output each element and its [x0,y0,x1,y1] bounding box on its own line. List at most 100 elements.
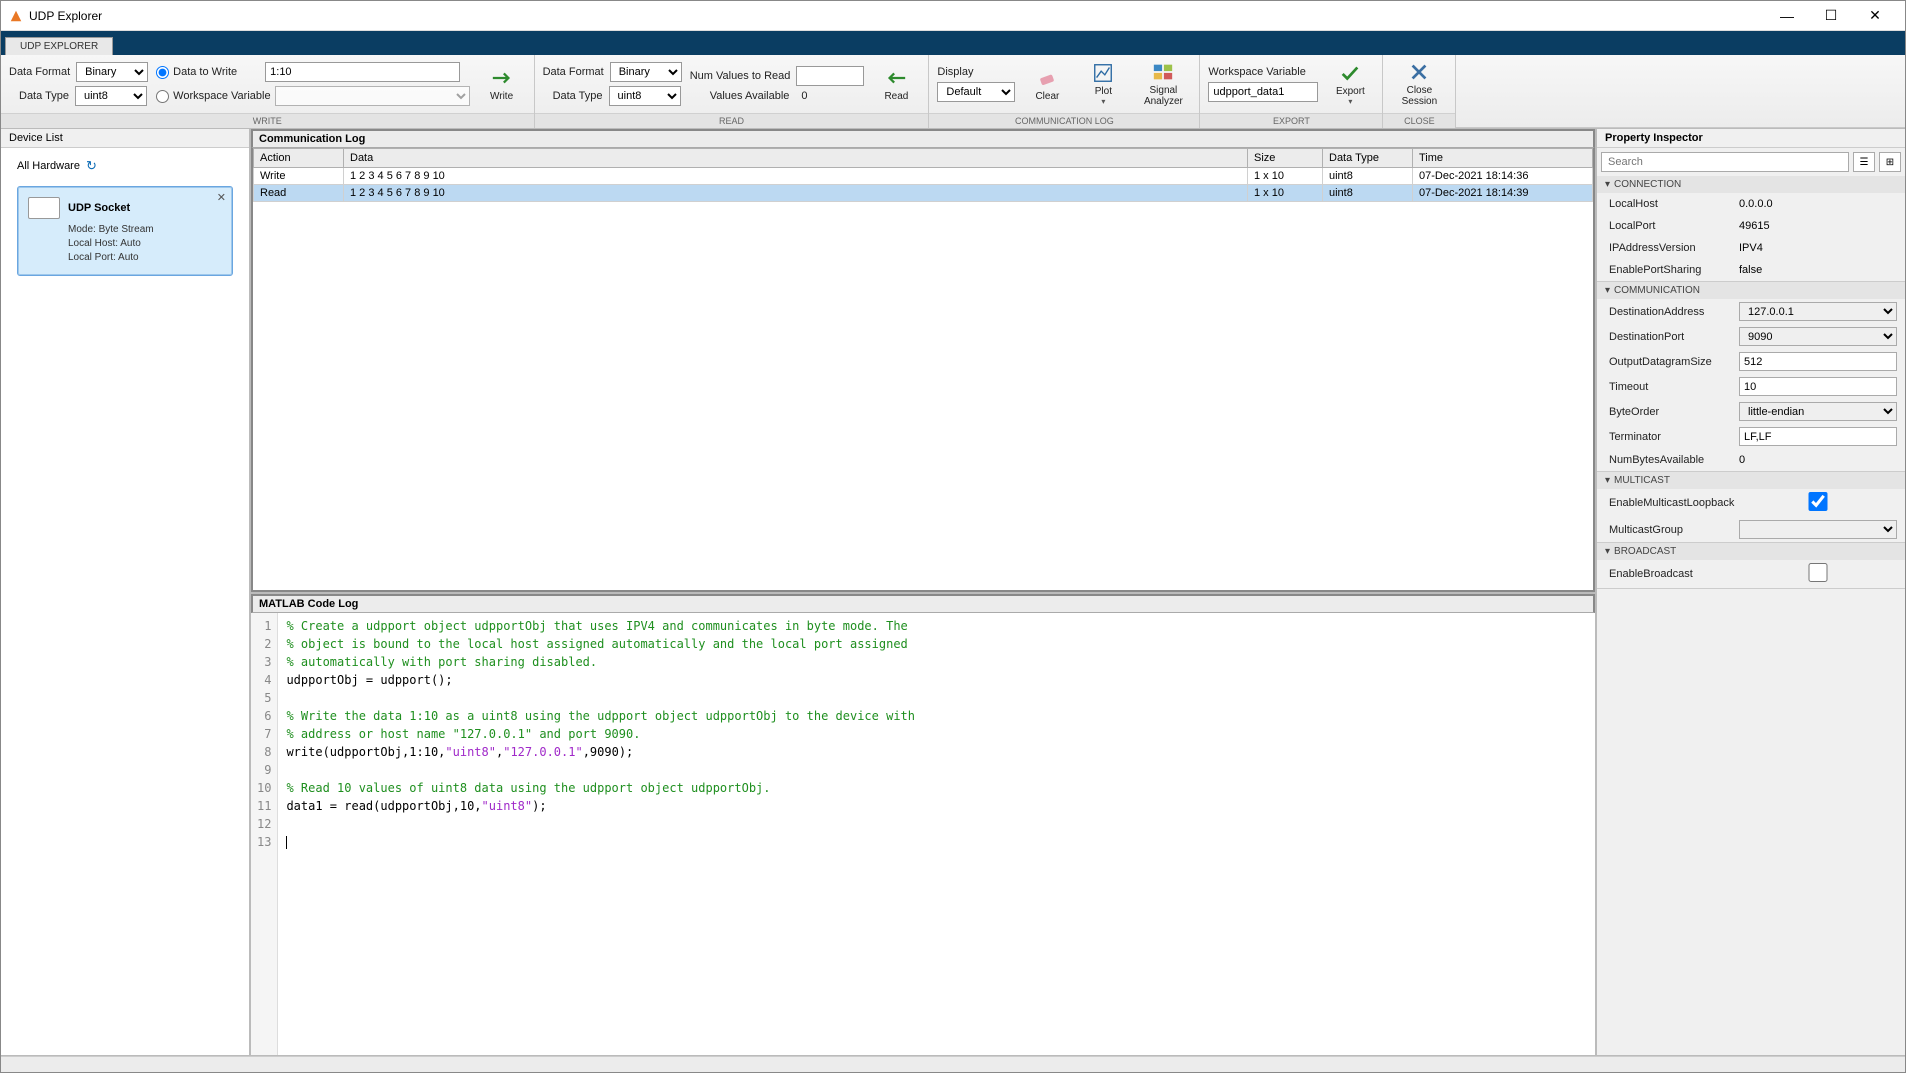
tab-udp-explorer[interactable]: UDP EXPLORER [5,37,113,55]
plot-button[interactable]: Plot ▾ [1079,62,1127,106]
display-label: Display [937,66,973,78]
refresh-icon[interactable]: ↻ [86,158,97,174]
property-row: EnablePortSharingfalse [1597,259,1905,281]
property-checkbox[interactable] [1739,563,1897,582]
property-row: MulticastGroup [1597,517,1905,542]
property-checkbox[interactable] [1739,492,1897,511]
commlog-group-label: COMMUNICATION LOG [929,113,1199,128]
read-icon [885,67,907,89]
matlab-code-log-header: MATLAB Code Log [251,594,1595,613]
workspace-variable-select[interactable] [275,86,470,106]
property-input[interactable] [1739,352,1897,371]
close-session-icon [1408,61,1430,83]
write-dataformat-select[interactable]: Binary [76,62,148,82]
code-body[interactable]: % Create a udpport object udpportObj tha… [278,613,1595,1055]
write-icon [491,67,513,89]
card-mode: Mode: Byte Stream [68,223,222,237]
property-select[interactable]: 9090 [1739,327,1897,346]
write-button[interactable]: Write [478,67,526,102]
tabstrip: UDP EXPLORER [1,31,1905,55]
section-header[interactable]: ▾COMMUNICATION [1597,282,1905,299]
clear-button[interactable]: Clear [1023,67,1071,102]
col-datatype[interactable]: Data Type [1323,149,1413,168]
valsavail-label: Values Available [710,90,790,102]
read-dataformat-select[interactable]: Binary [610,62,682,82]
property-row: Terminator [1597,424,1905,449]
property-select[interactable]: little-endian [1739,402,1897,421]
numvals-input[interactable] [796,66,864,86]
export-wsvar-input[interactable] [1208,82,1318,102]
app-icon [9,9,23,23]
property-row: LocalHost0.0.0.0 [1597,193,1905,215]
property-row: DestinationPort9090 [1597,324,1905,349]
valsavail-value: 0 [801,90,807,102]
close-button[interactable]: ✕ [1853,1,1897,31]
table-row[interactable]: Read1 2 3 4 5 6 7 8 9 101 x 10uint807-De… [254,185,1593,202]
property-row: LocalPort49615 [1597,215,1905,237]
socket-icon [28,197,60,219]
col-size[interactable]: Size [1248,149,1323,168]
table-row[interactable]: Write1 2 3 4 5 6 7 8 9 101 x 10uint807-D… [254,168,1593,185]
titlebar: UDP Explorer — ☐ ✕ [1,1,1905,31]
category-view-icon[interactable]: ⊞ [1879,152,1901,172]
property-input[interactable] [1739,377,1897,396]
all-hardware-label: All Hardware [17,160,80,172]
data-to-write-input[interactable] [265,62,460,82]
property-row: IPAddressVersionIPV4 [1597,237,1905,259]
plot-icon [1092,62,1114,84]
statusbar [1,1056,1905,1072]
udp-socket-card[interactable]: ✕ UDP Socket Mode: Byte Stream Local Hos… [17,186,233,276]
col-data[interactable]: Data [344,149,1248,168]
section-header[interactable]: ▾BROADCAST [1597,543,1905,560]
read-datatype-label: Data Type [553,90,603,102]
property-select[interactable] [1739,520,1897,539]
property-search-input[interactable] [1601,152,1849,172]
card-close-icon[interactable]: ✕ [217,191,226,204]
property-row: DestinationAddress127.0.0.1 [1597,299,1905,324]
device-list-header: Device List [1,129,249,148]
matlab-code-log-panel: MATLAB Code Log 12345678910111213 % Crea… [251,594,1595,1055]
read-button[interactable]: Read [872,67,920,102]
signal-analyzer-icon [1152,61,1174,83]
write-dataformat-label: Data Format [9,66,70,78]
section-header[interactable]: ▾CONNECTION [1597,176,1905,193]
col-action[interactable]: Action [254,149,344,168]
property-row: EnableMulticastLoopback [1597,489,1905,517]
workspace-variable-label: Workspace Variable [173,90,270,102]
data-to-write-radio[interactable] [156,66,169,79]
list-view-icon[interactable]: ☰ [1853,152,1875,172]
property-row: Timeout [1597,374,1905,399]
property-inspector-panel: Property Inspector ☰ ⊞ ▾CONNECTIONLocalH… [1595,129,1905,1055]
maximize-button[interactable]: ☐ [1809,1,1853,31]
window-title: UDP Explorer [29,9,1765,23]
workspace-variable-radio[interactable] [156,90,169,103]
toolstrip: Data Format Binary Data Type uint8 Data … [1,55,1905,129]
export-group-label: EXPORT [1200,113,1382,128]
write-datatype-select[interactable]: uint8 [75,86,147,106]
property-select[interactable]: 127.0.0.1 [1739,302,1897,321]
property-input[interactable] [1739,427,1897,446]
card-localport: Local Port: Auto [68,251,222,265]
communication-log-header: Communication Log [251,129,1595,148]
read-datatype-select[interactable]: uint8 [609,86,681,106]
write-group-label: WRITE [1,113,534,128]
card-localhost: Local Host: Auto [68,237,222,251]
export-wsvar-label: Workspace Variable [1208,66,1305,78]
export-button[interactable]: Export ▾ [1326,62,1374,106]
property-inspector-header: Property Inspector [1597,129,1905,148]
read-dataformat-label: Data Format [543,66,604,78]
property-row: EnableBroadcast [1597,560,1905,588]
property-row: ByteOrderlittle-endian [1597,399,1905,424]
data-to-write-label: Data to Write [173,66,237,78]
property-row: NumBytesAvailable0 [1597,449,1905,471]
minimize-button[interactable]: — [1765,1,1809,31]
device-list-panel: Device List All Hardware ↻ ✕ UDP Socket … [1,129,251,1055]
signal-analyzer-button[interactable]: Signal Analyzer [1135,61,1191,107]
close-session-button[interactable]: Close Session [1391,61,1447,107]
col-time[interactable]: Time [1413,149,1593,168]
property-row: OutputDatagramSize [1597,349,1905,374]
display-select[interactable]: Default [937,82,1015,102]
eraser-icon [1036,67,1058,89]
numvals-label: Num Values to Read [690,70,791,82]
section-header[interactable]: ▾MULTICAST [1597,472,1905,489]
